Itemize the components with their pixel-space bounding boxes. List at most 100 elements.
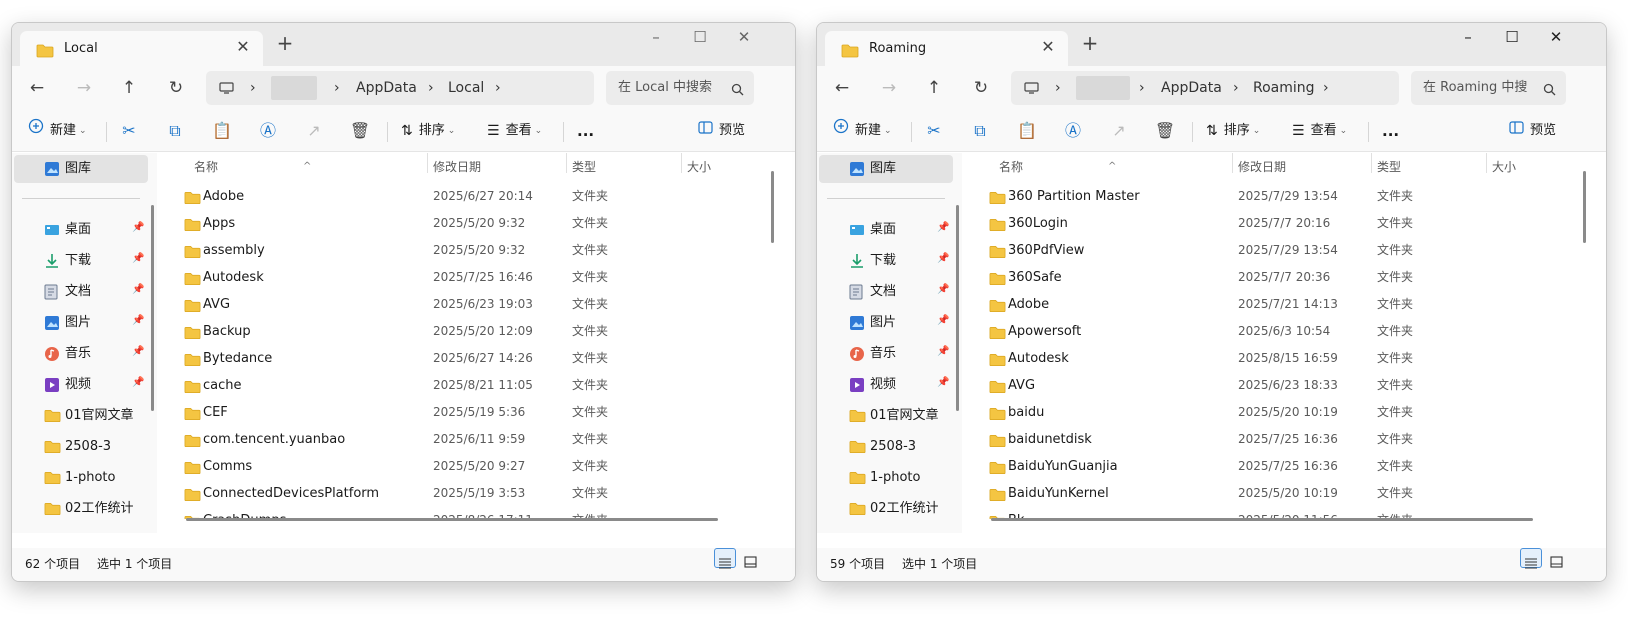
cut-icon[interactable]: ✂: [118, 120, 140, 142]
view-button[interactable]: ☰ 查看 ⌄: [1292, 117, 1347, 145]
file-row[interactable]: Apowersoft 2025/6/3 10:54 文件夹: [979, 318, 1590, 345]
sidebar-item-folder[interactable]: 02工作统计: [819, 495, 953, 523]
file-row[interactable]: baidunetdisk 2025/7/25 16:36 文件夹: [979, 426, 1590, 453]
vertical-scrollbar[interactable]: [771, 171, 774, 243]
column-divider[interactable]: [427, 153, 428, 173]
refresh-icon[interactable]: ↻: [965, 72, 997, 104]
tab-local[interactable]: Local ✕: [20, 31, 263, 67]
sidebar-scrollbar[interactable]: [956, 205, 959, 411]
preview-button[interactable]: 预览: [1509, 117, 1556, 145]
horizontal-scrollbar[interactable]: [991, 518, 1533, 521]
chevron-right-icon[interactable]: ›: [1323, 71, 1329, 105]
pin-icon[interactable]: 📌: [937, 346, 949, 357]
pin-icon[interactable]: 📌: [132, 346, 144, 357]
column-size[interactable]: 大小: [687, 153, 711, 181]
file-row[interactable]: Autodesk 2025/7/25 16:46 文件夹: [174, 264, 779, 291]
sidebar-item-documents[interactable]: 文档 📌: [819, 278, 953, 306]
file-row[interactable]: Autodesk 2025/8/15 16:59 文件夹: [979, 345, 1590, 372]
pin-icon[interactable]: 📌: [132, 222, 144, 233]
sidebar-item-folder[interactable]: 02工作统计: [14, 495, 148, 523]
column-name[interactable]: 名称: [194, 153, 218, 181]
minimize-icon[interactable]: –: [634, 23, 678, 53]
close-tab-icon[interactable]: ✕: [233, 37, 253, 56]
file-row[interactable]: Backup 2025/5/20 12:09 文件夹: [174, 318, 779, 345]
pin-icon[interactable]: 📌: [132, 315, 144, 326]
more-button[interactable]: ...: [1382, 117, 1399, 145]
sidebar-item-gallery[interactable]: 图库: [14, 155, 148, 183]
share-icon[interactable]: ↗: [1108, 120, 1130, 142]
column-divider[interactable]: [681, 153, 682, 173]
minimize-icon[interactable]: –: [1446, 23, 1490, 53]
close-window-icon[interactable]: ✕: [722, 23, 766, 53]
tiles-view-icon[interactable]: [1545, 548, 1567, 568]
back-icon[interactable]: ←: [826, 72, 858, 104]
column-divider[interactable]: [1486, 153, 1487, 173]
file-row[interactable]: Apps 2025/5/20 9:32 文件夹: [174, 210, 779, 237]
sidebar-item-desktop[interactable]: 桌面 📌: [819, 216, 953, 244]
column-divider[interactable]: [1371, 153, 1372, 173]
pin-icon[interactable]: 📌: [132, 253, 144, 264]
file-row[interactable]: AVG 2025/6/23 19:03 文件夹: [174, 291, 779, 318]
column-type[interactable]: 类型: [1377, 153, 1401, 181]
file-row[interactable]: BaiduYunGuanjia 2025/7/25 16:36 文件夹: [979, 453, 1590, 480]
more-button[interactable]: ...: [577, 117, 594, 145]
sidebar-item-folder[interactable]: 01官网文章: [819, 402, 953, 430]
sidebar-item-folder[interactable]: 1-photo: [14, 464, 148, 492]
sidebar-item-folder[interactable]: 1-photo: [819, 464, 953, 492]
file-row[interactable]: com.tencent.yuanbao 2025/6/11 9:59 文件夹: [174, 426, 779, 453]
rename-icon[interactable]: Ⓐ: [1062, 120, 1084, 142]
share-icon[interactable]: ↗: [303, 120, 325, 142]
sidebar-item-downloads[interactable]: 下载 📌: [819, 247, 953, 275]
copy-icon[interactable]: ⧉: [969, 120, 991, 142]
pin-icon[interactable]: 📌: [937, 253, 949, 264]
sidebar-item-downloads[interactable]: 下载 📌: [14, 247, 148, 275]
file-row[interactable]: ConnectedDevicesPlatform 2025/5/19 3:53 文件…: [174, 480, 779, 507]
pin-icon[interactable]: 📌: [132, 377, 144, 388]
column-divider[interactable]: [566, 153, 567, 173]
forward-icon[interactable]: →: [68, 72, 100, 104]
details-view-icon[interactable]: [714, 548, 736, 569]
file-row[interactable]: 360Safe 2025/7/7 20:36 文件夹: [979, 264, 1590, 291]
search-box[interactable]: 在 Local 中搜索: [606, 71, 754, 105]
pin-icon[interactable]: 📌: [937, 377, 949, 388]
close-window-icon[interactable]: ✕: [1534, 23, 1578, 53]
tiles-view-icon[interactable]: [739, 548, 761, 568]
file-row[interactable]: Adobe 2025/6/27 20:14 文件夹: [174, 183, 779, 210]
sidebar-item-music[interactable]: 音乐 📌: [819, 340, 953, 368]
breadcrumb-appdata[interactable]: AppData: [1161, 71, 1222, 105]
preview-button[interactable]: 预览: [698, 117, 745, 145]
pin-icon[interactable]: 📌: [937, 315, 949, 326]
pin-icon[interactable]: 📌: [132, 284, 144, 295]
sidebar-scrollbar[interactable]: [151, 205, 154, 411]
file-row[interactable]: Comms 2025/5/20 9:27 文件夹: [174, 453, 779, 480]
column-divider[interactable]: [1232, 153, 1233, 173]
new-tab-icon[interactable]: +: [274, 33, 296, 53]
new-tab-icon[interactable]: +: [1079, 33, 1101, 53]
file-row[interactable]: 360PdfView 2025/7/29 13:54 文件夹: [979, 237, 1590, 264]
maximize-icon[interactable]: ☐: [1490, 23, 1534, 53]
paste-icon[interactable]: 📋: [1016, 120, 1038, 142]
sidebar-item-pictures[interactable]: 图片 📌: [819, 309, 953, 337]
breadcrumb-local[interactable]: Local: [448, 71, 484, 105]
file-row[interactable]: assembly 2025/5/20 9:32 文件夹: [174, 237, 779, 264]
pin-icon[interactable]: 📌: [937, 284, 949, 295]
sidebar-item-music[interactable]: 音乐 📌: [14, 340, 148, 368]
file-row[interactable]: Adobe 2025/7/21 14:13 文件夹: [979, 291, 1590, 318]
new-button[interactable]: 新建 ⌄: [28, 117, 87, 145]
back-icon[interactable]: ←: [21, 72, 53, 104]
delete-icon[interactable]: 🗑: [349, 120, 371, 142]
sidebar-item-desktop[interactable]: 桌面 📌: [14, 216, 148, 244]
horizontal-scrollbar[interactable]: [186, 518, 718, 521]
paste-icon[interactable]: 📋: [211, 120, 233, 142]
rename-icon[interactable]: Ⓐ: [257, 120, 279, 142]
column-name[interactable]: 名称: [999, 153, 1023, 181]
sort-button[interactable]: ⇅ 排序 ⌄: [1206, 117, 1260, 145]
sidebar-item-pictures[interactable]: 图片 📌: [14, 309, 148, 337]
file-row[interactable]: Bytedance 2025/6/27 14:26 文件夹: [174, 345, 779, 372]
up-icon[interactable]: ↑: [918, 72, 950, 104]
address-bar[interactable]: › › AppData › Roaming ›: [1011, 71, 1399, 105]
file-row[interactable]: cache 2025/8/21 11:05 文件夹: [174, 372, 779, 399]
breadcrumb-appdata[interactable]: AppData: [356, 71, 417, 105]
maximize-icon[interactable]: ☐: [678, 23, 722, 53]
address-bar[interactable]: › › AppData › Local ›: [206, 71, 594, 105]
